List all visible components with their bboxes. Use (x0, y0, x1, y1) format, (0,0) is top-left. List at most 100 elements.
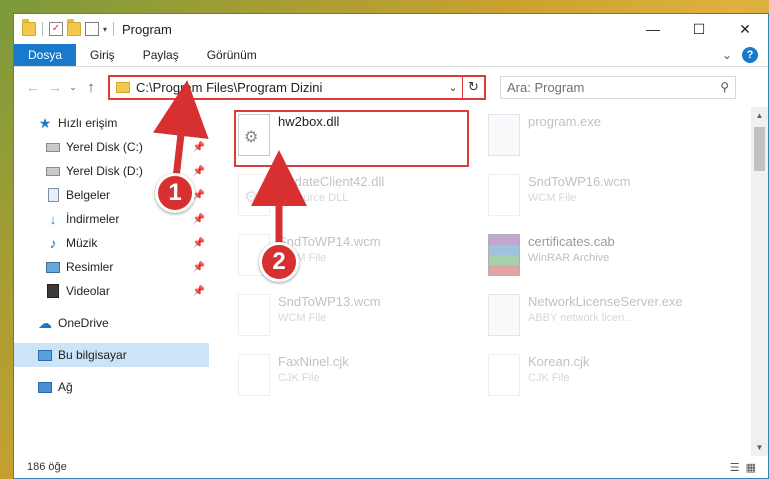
callout-step-2: 2 (259, 242, 299, 282)
pin-icon[interactable]: 📌 (193, 262, 205, 273)
tab-share[interactable]: Paylaş (129, 44, 193, 66)
sidebar-item-label: Ağ (58, 380, 73, 394)
sidebar-item-local-disk-c[interactable]: Yerel Disk (C:) 📌 (14, 135, 209, 159)
file-name: FaxNinel.cjk (278, 354, 349, 369)
sidebar-item-music[interactable]: ♪ Müzik 📌 (14, 231, 209, 255)
customize-toolbar-icon[interactable] (85, 22, 99, 36)
file-item[interactable]: SndToWP13.wcm WCM File (234, 290, 469, 346)
file-item[interactable]: program.exe (484, 110, 719, 166)
help-icon[interactable]: ? (742, 47, 758, 63)
pin-icon[interactable]: 📌 (193, 166, 205, 177)
file-item[interactable]: FaxNinel.cjk CJK File (234, 350, 469, 406)
window-title: Program (122, 21, 172, 37)
archive-file-icon (488, 234, 520, 276)
file-list: hw2box.dll program.exe UpdateClient42.dl… (209, 107, 768, 456)
tab-file[interactable]: Dosya (14, 44, 77, 66)
up-button[interactable]: ↑ (80, 79, 102, 96)
file-item[interactable]: SndToWP16.wcm WCM File (484, 170, 719, 226)
explorer-window: ✓ ▾ Program — ☐ ✕ Dosya Giriş Paylaş Gör… (13, 13, 769, 479)
main-area: ★ Hızlı erişim Yerel Disk (C:) 📌 Yerel D… (14, 107, 768, 456)
file-type: Resource DLL (278, 192, 349, 204)
scrollbar-thumb[interactable] (754, 127, 765, 171)
new-folder-icon[interactable] (67, 19, 81, 36)
sidebar-item-network[interactable]: Ağ (14, 375, 209, 399)
file-name: SndToWP14.wcm (278, 234, 381, 249)
file-item[interactable]: UpdateClient42.dll Resource DLL (234, 170, 469, 226)
sidebar-item-onedrive[interactable]: ☁ OneDrive (14, 311, 209, 335)
tab-home[interactable]: Giriş (76, 44, 129, 66)
sidebar-item-label: Resimler (66, 260, 114, 274)
sidebar-item-label: İndirmeler (66, 212, 120, 226)
downloads-icon: ↓ (49, 211, 57, 227)
file-name: program.exe (528, 114, 601, 129)
toolbar-separator (42, 22, 43, 36)
file-item[interactable]: Korean.cjk CJK File (484, 350, 719, 406)
sidebar-item-pictures[interactable]: Resimler 📌 (14, 255, 209, 279)
file-name: Korean.cjk (528, 354, 590, 369)
ribbon-tabs: Dosya Giriş Paylaş Görünüm ⌄ ? (14, 44, 768, 67)
document-file-icon (238, 294, 270, 336)
file-name: NetworkLicenseServer.exe (528, 294, 683, 309)
properties-check-icon[interactable]: ✓ (49, 22, 63, 36)
document-file-icon (488, 174, 520, 216)
maximize-button[interactable]: ☐ (676, 14, 722, 44)
back-button[interactable]: ← (22, 79, 44, 96)
forward-button[interactable]: → (44, 79, 66, 96)
scroll-up-icon[interactable]: ▲ (751, 107, 768, 124)
scroll-down-icon[interactable]: ▼ (751, 439, 768, 456)
sidebar-item-quick-access[interactable]: ★ Hızlı erişim (14, 111, 209, 135)
address-dropdown-icon[interactable]: ⌄ (444, 81, 462, 94)
sidebar-item-label: Müzik (66, 236, 98, 250)
file-item[interactable]: NetworkLicenseServer.exe ABBY network li… (484, 290, 719, 346)
search-input[interactable]: Ara: Program ⚲ (500, 75, 736, 99)
cloud-icon: ☁ (38, 314, 52, 331)
pin-icon[interactable]: 📌 (193, 286, 205, 297)
expand-ribbon-icon[interactable]: ⌄ (722, 48, 732, 62)
pictures-icon (46, 260, 60, 274)
vertical-scrollbar[interactable]: ▲ ▼ (751, 107, 768, 456)
sidebar-item-label: Videolar (66, 284, 110, 298)
sidebar-item-label: OneDrive (58, 316, 109, 330)
drive-icon (46, 164, 60, 178)
search-placeholder: Ara: Program (507, 79, 585, 95)
pin-icon[interactable]: 📌 (193, 214, 205, 225)
minimize-button[interactable]: — (630, 14, 676, 44)
tab-view[interactable]: Görünüm (193, 44, 271, 66)
star-icon: ★ (38, 114, 52, 131)
address-path[interactable]: C:\Program Files\Program Dizini (136, 80, 444, 95)
address-bar[interactable]: C:\Program Files\Program Dizini ⌄ ↻ (108, 74, 486, 100)
sidebar-item-label: Yerel Disk (D:) (66, 164, 143, 178)
close-button[interactable]: ✕ (722, 14, 768, 44)
file-name: SndToWP16.wcm (528, 174, 631, 189)
toolbar-separator (113, 22, 115, 36)
dll-file-icon (238, 174, 270, 216)
ribbon-right: ⌄ ? (722, 44, 768, 66)
refresh-button[interactable]: ↻ (462, 76, 484, 98)
callout-step-1: 1 (155, 173, 195, 213)
details-view-icon[interactable]: ☰ (730, 461, 740, 474)
drive-icon (46, 140, 60, 154)
sidebar-item-this-pc[interactable]: Bu bilgisayar (14, 343, 209, 367)
file-type: CJK File (278, 372, 320, 384)
toolbar-dropdown-icon[interactable]: ▾ (103, 25, 107, 34)
music-icon: ♪ (49, 235, 57, 251)
file-type: ABBY network licen... (528, 312, 634, 324)
documents-icon (46, 188, 60, 202)
exe-file-icon (488, 294, 520, 336)
pin-icon[interactable]: 📌 (193, 238, 205, 249)
file-type: CJK File (528, 372, 570, 384)
sidebar-item-videos[interactable]: Videolar 📌 (14, 279, 209, 303)
search-icon[interactable]: ⚲ (720, 80, 729, 94)
recent-locations-icon[interactable]: ⌄ (66, 82, 80, 93)
quick-access-toolbar: ✓ ▾ (14, 19, 116, 36)
file-item[interactable]: certificates.cab WinRAR Archive (484, 230, 719, 286)
pin-icon[interactable]: 📌 (193, 142, 205, 153)
navigation-pane: ★ Hızlı erişim Yerel Disk (C:) 📌 Yerel D… (14, 107, 209, 456)
tiles-view-icon[interactable]: ▦ (746, 461, 756, 474)
view-buttons: ☰ ▦ (730, 461, 768, 474)
address-row: ← → ⌄ ↑ C:\Program Files\Program Dizini … (14, 67, 768, 107)
title-bar: ✓ ▾ Program — ☐ ✕ (14, 14, 768, 44)
